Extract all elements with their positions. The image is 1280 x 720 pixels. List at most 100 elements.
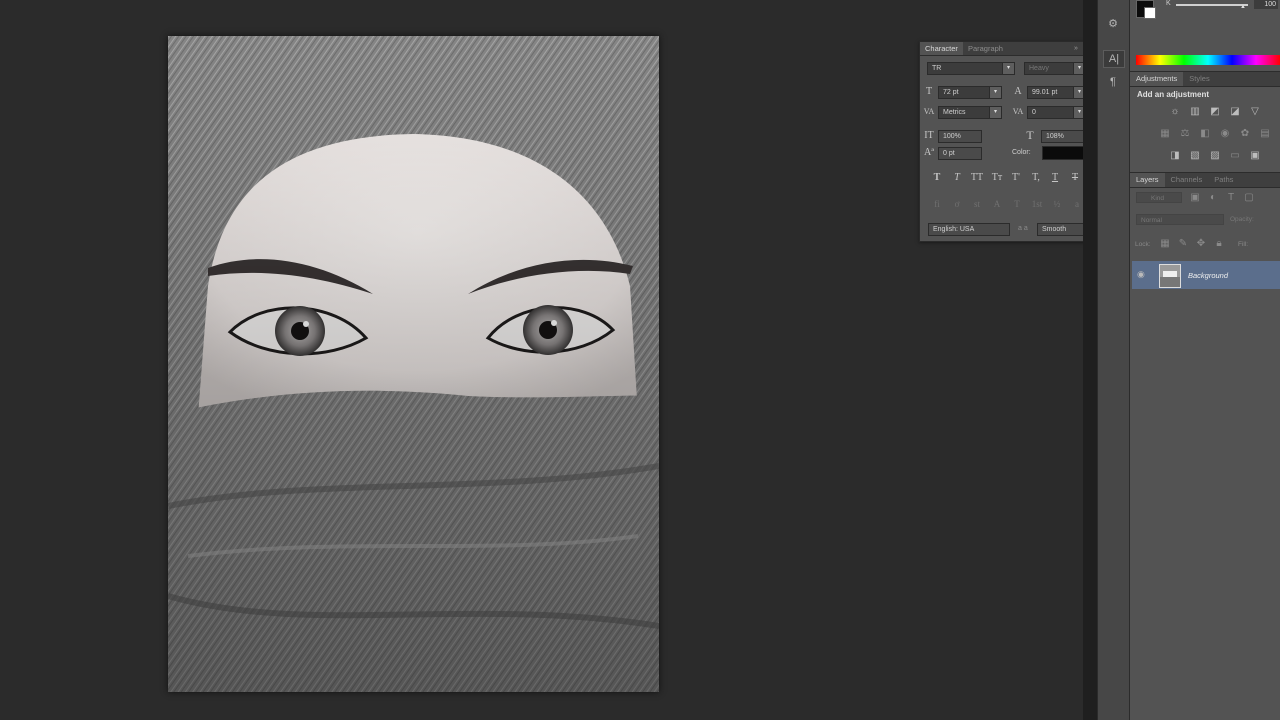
font-size-dropdown[interactable]: ▾ — [989, 86, 1002, 99]
layers-tabs: Layers Channels Paths — [1130, 172, 1280, 188]
font-family-field[interactable]: TR — [927, 62, 1007, 75]
tab-paths[interactable]: Paths — [1208, 173, 1239, 187]
tab-adjustments[interactable]: Adjustments — [1130, 72, 1184, 86]
kerning-icon: VA — [923, 107, 935, 116]
layer-row-background[interactable]: ◉ Background — [1132, 261, 1280, 289]
lock-position-icon[interactable]: ✥ — [1194, 238, 1208, 250]
k-value-field[interactable]: 100 — [1254, 0, 1278, 9]
ordinals-icon[interactable]: 1st — [1030, 198, 1044, 210]
background-color-swatch[interactable] — [1144, 7, 1156, 19]
color-label: Color: — [1012, 149, 1031, 156]
fractions-icon[interactable]: ½ — [1050, 198, 1064, 210]
character-panel: Character Paragraph » ≡ TR ▾ Heavy ▾ T 7… — [919, 41, 1095, 242]
swash-icon[interactable]: st — [970, 198, 984, 210]
contextual-alt-icon[interactable]: a — [1070, 198, 1084, 210]
visibility-eye-icon[interactable]: ◉ — [1137, 269, 1145, 280]
horizontal-scale-icon: T — [1026, 128, 1034, 142]
dock-divider — [1083, 0, 1097, 720]
right-panel-dock: K ▲ 100 Adjustments Styles Add an adjust… — [1130, 0, 1280, 720]
color-lookup-icon[interactable]: ▤ — [1258, 128, 1272, 140]
filter-pixel-icon[interactable]: ▣ — [1188, 192, 1202, 204]
character-panel-icon[interactable]: A| — [1103, 50, 1125, 68]
lock-label: Lock: — [1135, 241, 1151, 248]
k-slider-thumb-icon[interactable]: ▲ — [1240, 4, 1246, 10]
baseline-shift-field[interactable]: 0 pt — [938, 147, 982, 160]
portrait-image — [168, 36, 659, 692]
superscript-button[interactable]: T' — [1009, 172, 1023, 184]
kerning-dropdown[interactable]: ▾ — [989, 106, 1002, 119]
blend-mode-dropdown[interactable]: Normal — [1136, 214, 1224, 225]
text-color-swatch[interactable] — [1042, 146, 1086, 160]
tab-character[interactable]: Character — [920, 42, 963, 55]
filter-adjustment-icon[interactable]: ◐ — [1206, 192, 1220, 204]
antialias-field[interactable]: Smooth — [1037, 223, 1087, 236]
layer-filter-kind[interactable]: Kind — [1136, 192, 1182, 203]
collapse-icon[interactable]: » — [1070, 42, 1082, 55]
color-balance-icon[interactable]: ⚖ — [1178, 128, 1192, 140]
old-style-icon[interactable]: ơ — [950, 198, 964, 210]
selective-color-icon[interactable]: ▣ — [1248, 150, 1262, 162]
language-field[interactable]: English: USA — [928, 223, 1010, 236]
layer-thumbnail — [1159, 264, 1181, 288]
layer-name[interactable]: Background — [1188, 271, 1228, 280]
faux-bold-button[interactable]: T — [930, 172, 944, 184]
underline-button[interactable]: T — [1048, 172, 1062, 184]
color-ramp[interactable] — [1136, 55, 1280, 65]
properties-icon[interactable]: ⚙ — [1103, 16, 1123, 32]
filter-type-icon[interactable]: T — [1224, 192, 1238, 204]
lock-transparent-icon[interactable]: ▦ — [1158, 238, 1172, 250]
horizontal-scale-field[interactable]: 108% — [1041, 130, 1085, 143]
baseline-shift-icon: Aª — [924, 147, 934, 158]
levels-icon[interactable]: ▥ — [1188, 106, 1202, 118]
filter-shape-icon[interactable]: ▢ — [1242, 192, 1256, 204]
tracking-field[interactable]: 0 — [1027, 106, 1076, 119]
tab-channels[interactable]: Channels — [1165, 173, 1209, 187]
strikethrough-button[interactable]: T — [1068, 172, 1082, 184]
character-panel-tabs: Character Paragraph » ≡ — [920, 42, 1094, 56]
gradient-map-icon[interactable]: ▭ — [1228, 150, 1242, 162]
adjustments-tabs: Adjustments Styles — [1130, 71, 1280, 87]
curves-icon[interactable]: ◩ — [1208, 106, 1222, 118]
photo-filter-icon[interactable]: ◉ — [1218, 128, 1232, 140]
black-white-icon[interactable]: ◧ — [1198, 128, 1212, 140]
tab-paragraph[interactable]: Paragraph — [963, 42, 1008, 55]
paragraph-panel-icon[interactable]: ¶ — [1103, 74, 1123, 90]
brightness-icon[interactable]: ☼ — [1168, 106, 1182, 118]
posterize-icon[interactable]: ▧ — [1188, 150, 1202, 162]
vertical-scale-icon: IT — [924, 130, 934, 141]
subscript-button[interactable]: T, — [1029, 172, 1043, 184]
k-slider-track[interactable] — [1176, 4, 1248, 6]
tab-styles[interactable]: Styles — [1183, 72, 1215, 86]
add-adjustment-heading: Add an adjustment — [1137, 90, 1210, 99]
lock-pixels-icon[interactable]: ✎ — [1176, 238, 1190, 250]
threshold-icon[interactable]: ▨ — [1208, 150, 1222, 162]
collapsed-panel-strip — [1097, 0, 1130, 720]
small-caps-button[interactable]: Tт — [988, 172, 1006, 184]
opacity-label: Opacity: — [1230, 216, 1254, 223]
lock-all-icon[interactable]: 🔒︎ — [1212, 238, 1226, 250]
exposure-icon[interactable]: ◪ — [1228, 106, 1242, 118]
font-family-dropdown[interactable]: ▾ — [1002, 62, 1015, 75]
titling-icon[interactable]: T — [1010, 198, 1024, 210]
channel-mixer-icon[interactable]: ✿ — [1238, 128, 1252, 140]
antialias-label: a a — [1018, 225, 1028, 232]
tracking-icon: VA — [1012, 107, 1024, 116]
font-style-field[interactable]: Heavy — [1024, 62, 1078, 75]
hue-saturation-icon[interactable]: ▦ — [1158, 128, 1172, 140]
ligature-icon[interactable]: fi — [930, 198, 944, 210]
vibrance-icon[interactable]: ▽ — [1248, 106, 1262, 118]
font-size-field[interactable]: 72 pt — [938, 86, 992, 99]
vertical-scale-field[interactable]: 100% — [938, 130, 982, 143]
faux-italic-button[interactable]: T — [950, 172, 964, 184]
stylistic-alt-icon[interactable]: A — [990, 198, 1004, 210]
tab-layers[interactable]: Layers — [1130, 173, 1165, 187]
fill-label: Fill: — [1238, 241, 1249, 248]
invert-icon[interactable]: ◨ — [1168, 150, 1182, 162]
document-canvas[interactable] — [168, 36, 659, 692]
leading-field[interactable]: 99.01 pt — [1027, 86, 1076, 99]
k-label: K — [1166, 0, 1171, 7]
leading-icon: A — [1014, 86, 1022, 97]
all-caps-button[interactable]: TT — [968, 172, 986, 184]
font-size-icon: T — [925, 86, 933, 97]
kerning-field[interactable]: Metrics — [938, 106, 992, 119]
